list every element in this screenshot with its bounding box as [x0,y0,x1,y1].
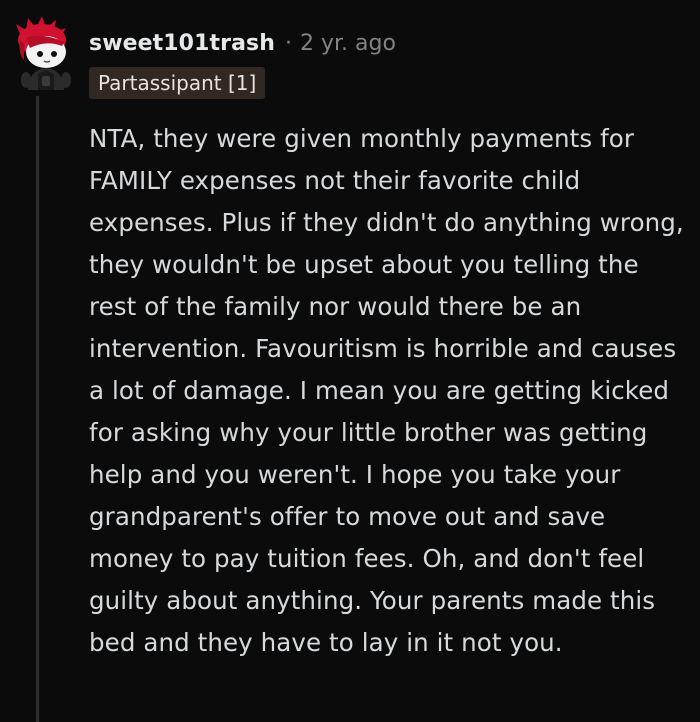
comment-text: NTA, they were given monthly payments fo… [89,124,684,657]
comment-timestamp[interactable]: 2 yr. ago [300,31,396,56]
comment-body: NTA, they were given monthly payments fo… [89,118,689,664]
user-avatar[interactable] [12,14,74,90]
thread-collapse-line[interactable] [36,96,39,722]
comment-header: sweet101trash · 2 yr. ago [89,26,396,60]
username-link[interactable]: sweet101trash [89,31,275,56]
meta-separator: · [284,30,292,56]
comment-screenshot: sweet101trash · 2 yr. ago Partassipant [… [0,0,700,722]
snoo-avatar-icon [16,16,71,90]
user-flair: Partassipant [1] [89,67,266,99]
